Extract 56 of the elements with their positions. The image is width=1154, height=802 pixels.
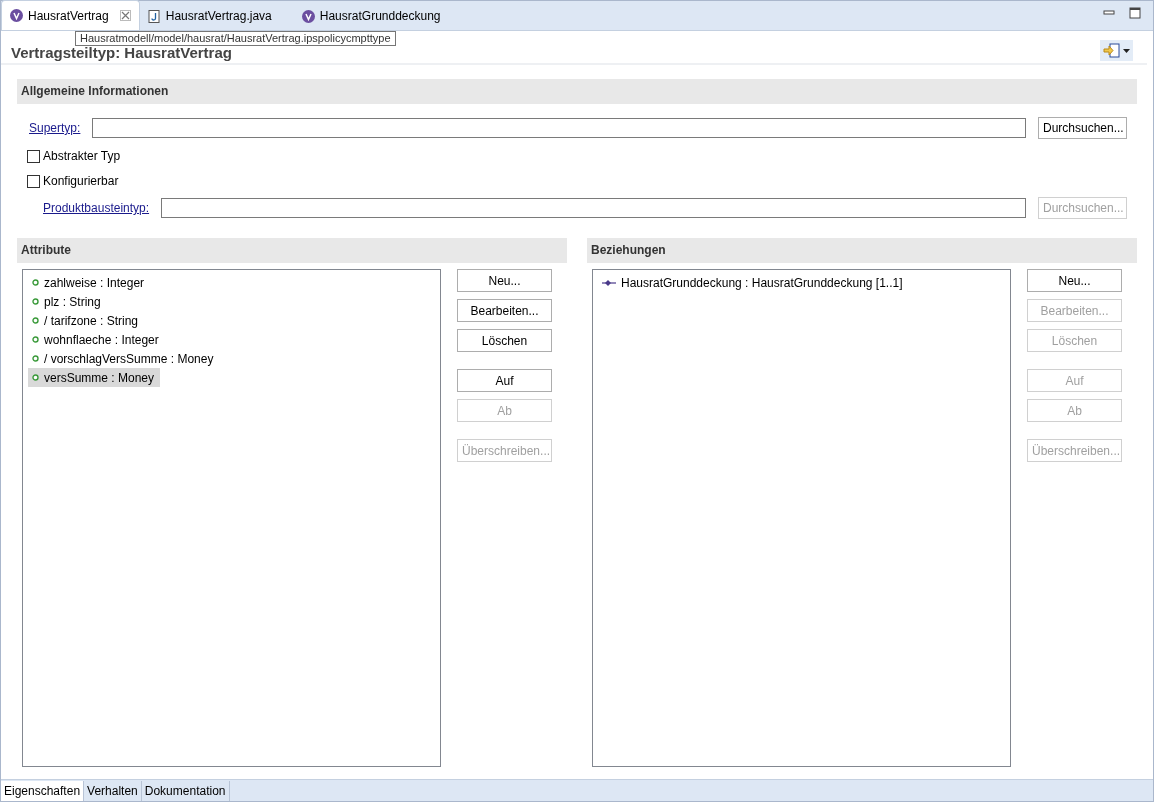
editor-title: Vertragsteiltyp: HausratVertrag <box>11 45 232 61</box>
field-link[interactable]: Supertyp: <box>29 121 81 135</box>
action-button[interactable]: Neu... <box>1027 269 1122 292</box>
list-item[interactable]: zahlweise : Integer <box>28 273 151 292</box>
page-tab[interactable]: Verhalten <box>84 781 142 801</box>
action-button[interactable]: Bearbeiten... <box>457 299 552 322</box>
checkbox-label: Konfigurierbar <box>43 174 119 188</box>
browse-button[interactable]: Durchsuchen... <box>1038 117 1127 139</box>
circle-icon <box>32 298 39 305</box>
action-button[interactable]: Auf <box>457 369 552 392</box>
list-item[interactable]: HausratGrunddeckung : HausratGrunddeckung [1..1] <box>598 273 909 292</box>
circle-icon <box>32 279 39 286</box>
circle-icon <box>32 317 39 324</box>
input-field[interactable] <box>92 118 1026 138</box>
item-label: zahlweise : Integer <box>44 275 145 290</box>
maximize-icon <box>1129 7 1141 19</box>
input-field[interactable] <box>161 198 1026 218</box>
java-file-icon <box>147 9 161 23</box>
section-header: Allgemeine Informationen <box>17 79 1137 104</box>
item-label: / tarifzone : String <box>44 313 139 328</box>
section-header: Attribute <box>17 238 567 263</box>
item-label: plz : String <box>44 294 101 309</box>
page-tab[interactable]: Eigenschaften <box>1 781 85 801</box>
editor-tab[interactable]: HausratVertrag.java <box>139 2 280 30</box>
list-box[interactable]: HausratGrunddeckung : HausratGrunddeckung [1..1] <box>592 269 1011 767</box>
list-item[interactable]: versSumme : Money <box>28 368 161 387</box>
circle-icon <box>32 355 39 362</box>
action-button[interactable]: Neu... <box>457 269 552 292</box>
list-item[interactable]: plz : String <box>28 292 107 311</box>
list-item[interactable]: / vorschlagVersSumme : Money <box>28 349 220 368</box>
circle-icon <box>32 374 39 381</box>
item-label: versSumme : Money <box>44 370 155 385</box>
circle-icon <box>32 336 39 343</box>
checkbox[interactable] <box>27 149 40 163</box>
section-header: Beziehungen <box>587 238 1137 263</box>
item-label: HausratGrunddeckung : HausratGrunddeckung [1..1] <box>621 275 903 290</box>
item-label: / vorschlagVersSumme : Money <box>44 351 214 366</box>
editor-tab[interactable]: HausratVertrag <box>1 0 140 30</box>
tooltip: Hausratmodell/model/hausrat/HausratVertrag.ipspolicycmpttype <box>75 31 396 46</box>
toolbar-dropdown-button[interactable] <box>1100 40 1133 61</box>
policy-type-icon <box>10 9 23 22</box>
list-item[interactable]: wohnflaeche : Integer <box>28 330 165 349</box>
item-label: wohnflaeche : Integer <box>44 332 159 347</box>
caret-icon <box>1123 48 1130 53</box>
close-icon <box>119 10 131 21</box>
list-box[interactable]: zahlweise : Integer plz : String / tarifzone : String wohnflaeche : Integer / vorschlagVersSumme : Money versSumme : Money <box>22 269 441 767</box>
policy-type-icon <box>301 9 315 23</box>
action-button[interactable]: Löschen <box>457 329 552 352</box>
page-tab[interactable]: Dokumentation <box>141 781 230 801</box>
list-item[interactable]: / tarifzone : String <box>28 311 145 330</box>
association-icon <box>602 278 616 287</box>
editor-tab[interactable]: HausratGrunddeckung <box>293 2 449 30</box>
checkbox[interactable] <box>27 174 40 188</box>
checkbox-label: Abstrakter Typ <box>43 149 121 163</box>
field-link[interactable]: Produktbausteintyp: <box>43 201 150 215</box>
import-icon <box>1103 42 1120 59</box>
